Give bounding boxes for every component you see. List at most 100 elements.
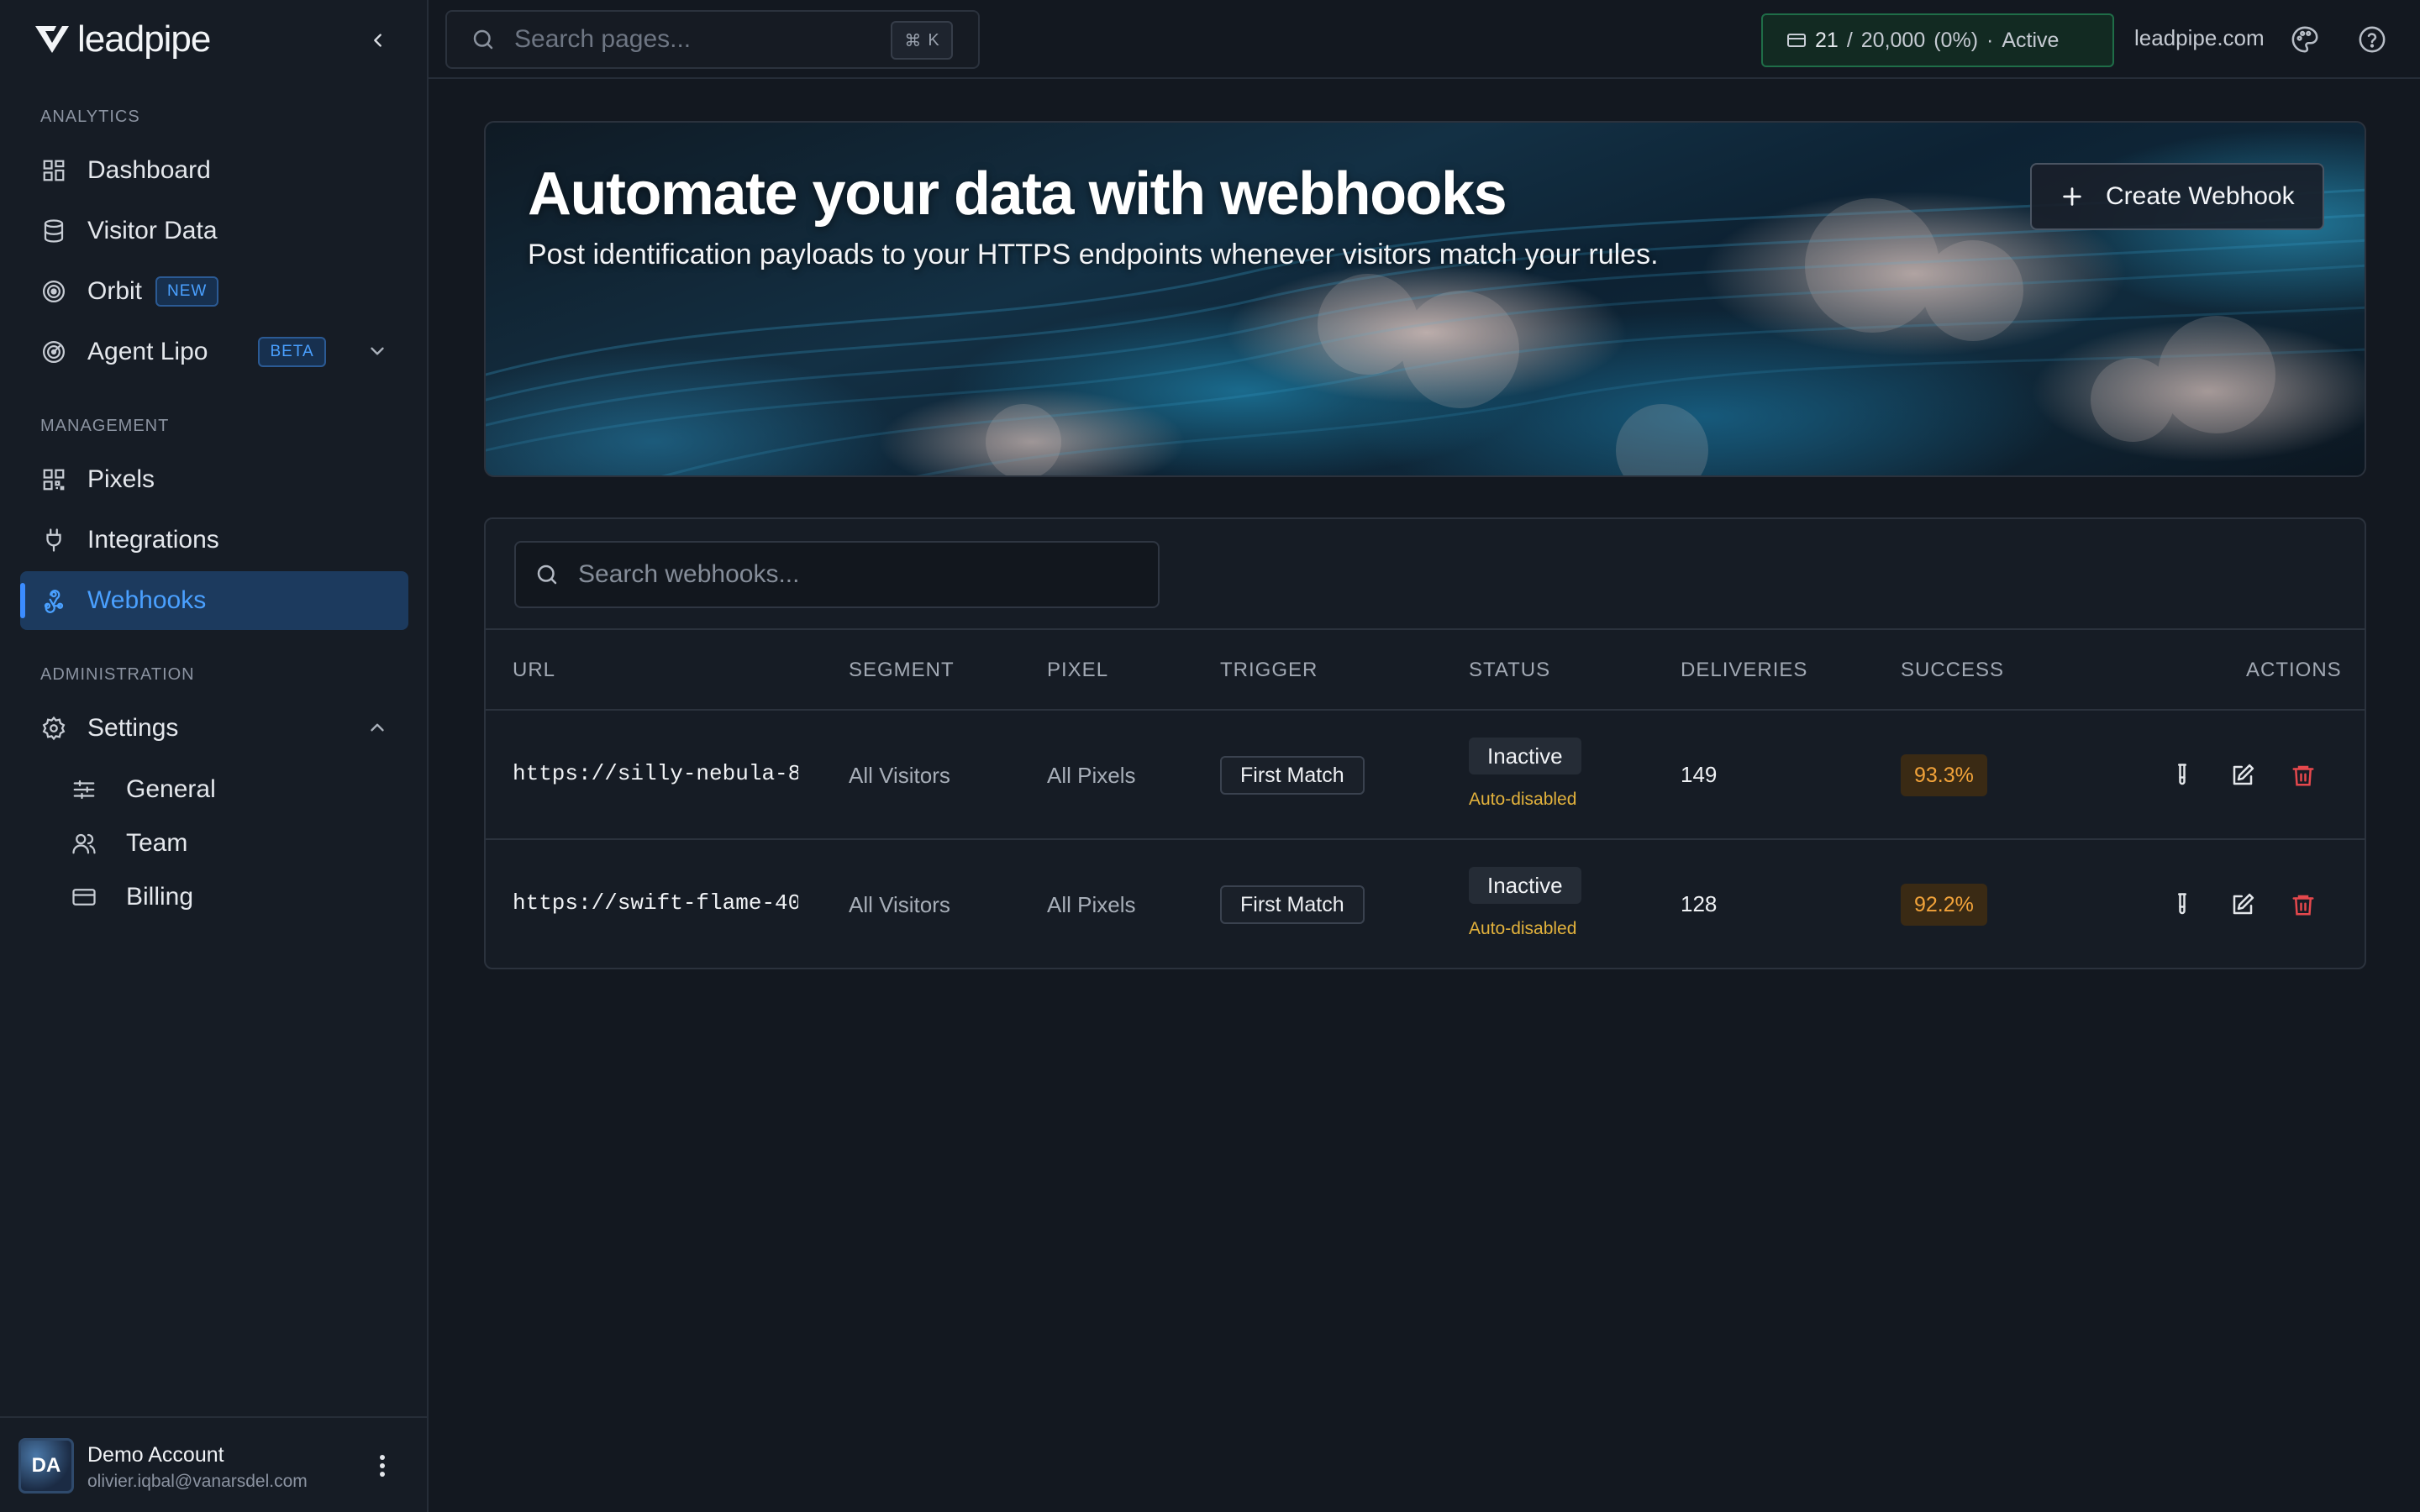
test-tube-icon xyxy=(2178,893,2186,915)
trash-icon xyxy=(2292,895,2314,916)
sidebar-item-integrations[interactable]: Integrations xyxy=(20,511,408,570)
sidebar-item-team[interactable]: Team xyxy=(40,818,408,869)
delete-webhook-button[interactable] xyxy=(2286,887,2321,922)
usage-percent: (0%) xyxy=(1933,28,1979,52)
radar-icon xyxy=(20,339,87,365)
delete-webhook-button[interactable] xyxy=(2286,758,2321,793)
status-badge: Inactive xyxy=(1469,867,1581,904)
edit-icon xyxy=(2233,893,2254,915)
webhook-url: https://silly-nebula-8… xyxy=(513,761,798,786)
brand-name: leadpipe xyxy=(77,18,211,60)
help-button[interactable] xyxy=(2356,24,2388,55)
credit-card-icon xyxy=(1787,34,1806,47)
sidebar: leadpipe ANALYTICS Dashboard Visitor Dat… xyxy=(0,0,429,1512)
more-vertical-icon xyxy=(380,1455,385,1477)
account-menu-button[interactable] xyxy=(370,1448,395,1483)
sidebar-item-pixels[interactable]: Pixels xyxy=(20,450,408,509)
plug-icon xyxy=(20,528,87,553)
search-pages-input[interactable]: Search pages... ⌘ K xyxy=(445,10,980,69)
status-badge: Inactive xyxy=(1469,738,1581,774)
table-header: URL SEGMENT PIXEL TRIGGER STATUS DELIVER… xyxy=(486,628,2365,711)
edit-webhook-button[interactable] xyxy=(2225,887,2260,922)
usage-dot: · xyxy=(1986,28,1994,52)
sidebar-item-label: Webhooks xyxy=(87,586,207,614)
sidebar-item-label: Integrations xyxy=(87,526,219,554)
section-title-administration: ADMINISTRATION xyxy=(40,665,195,684)
webhook-segment: All Visitors xyxy=(849,892,950,917)
credit-card-icon xyxy=(40,885,108,910)
sidebar-item-billing[interactable]: Billing xyxy=(40,872,408,922)
account-email: olivier.iqbal@vanarsdel.com xyxy=(87,1472,308,1491)
test-tube-icon xyxy=(2178,764,2186,785)
sidebar-item-label: Agent Lipo xyxy=(87,338,208,365)
usage-separator: / xyxy=(1846,28,1853,52)
usage-indicator[interactable]: 21 / 20,000 (0%) · Active xyxy=(1761,13,2114,67)
brand-logo[interactable]: leadpipe xyxy=(34,15,211,64)
sidebar-item-label: Billing xyxy=(126,883,194,911)
table-row[interactable]: https://swift-flame-40… All Visitors All… xyxy=(486,840,2365,968)
chevron-left-icon xyxy=(374,34,381,47)
avatar: DA xyxy=(18,1438,74,1494)
column-header-actions: ACTIONS xyxy=(2246,659,2342,681)
new-badge: NEW xyxy=(155,276,219,307)
sidebar-item-label: Visitor Data xyxy=(87,217,218,244)
table-row[interactable]: https://silly-nebula-8… All Visitors All… xyxy=(486,711,2365,840)
qr-code-icon xyxy=(20,467,87,492)
dashboard-icon xyxy=(20,158,87,183)
topbar: Search pages... ⌘ K 21 / 20,000 (0%) · A… xyxy=(429,0,2420,79)
hero-title: Automate your data with webhooks xyxy=(528,160,1507,228)
trash-icon xyxy=(2292,765,2314,786)
command-key: ⌘ xyxy=(904,31,922,50)
search-webhooks-input[interactable]: Search webhooks... xyxy=(514,541,1160,608)
column-header-url[interactable]: URL xyxy=(513,659,555,682)
sidebar-item-label: Orbit xyxy=(87,277,143,305)
help-circle-icon xyxy=(2359,26,2386,53)
sidebar-item-dashboard[interactable]: Dashboard xyxy=(20,141,408,200)
theme-button[interactable] xyxy=(2289,24,2321,55)
search-pages-placeholder: Search pages... xyxy=(514,25,692,53)
edit-webhook-button[interactable] xyxy=(2225,758,2260,793)
usage-used: 21 xyxy=(1815,28,1839,52)
sidebar-item-visitor-data[interactable]: Visitor Data xyxy=(20,202,408,260)
collapse-sidebar-button[interactable] xyxy=(361,24,395,57)
create-webhook-label: Create Webhook xyxy=(2106,182,2295,210)
sidebar-item-orbit[interactable]: Orbit NEW xyxy=(20,262,408,321)
column-header-deliveries[interactable]: DELIVERIES xyxy=(1681,659,1807,682)
column-header-status[interactable]: STATUS xyxy=(1469,659,1550,682)
create-webhook-button[interactable]: Create Webhook xyxy=(2030,163,2324,230)
sliders-icon xyxy=(40,777,108,802)
webhook-url: https://swift-flame-40… xyxy=(513,890,798,916)
test-webhook-button[interactable] xyxy=(2165,887,2200,922)
search-icon xyxy=(534,562,560,587)
keyboard-shortcut: ⌘ K xyxy=(891,21,953,60)
users-icon xyxy=(40,831,108,856)
usage-limit: 20,000 xyxy=(1860,28,1926,52)
search-icon xyxy=(471,27,496,52)
auto-disabled-note: Auto-disabled xyxy=(1469,919,1577,938)
orbit-icon xyxy=(20,279,87,304)
plus-icon xyxy=(2063,187,2081,206)
test-webhook-button[interactable] xyxy=(2165,758,2200,793)
sidebar-item-agent-lipo[interactable]: Agent Lipo BETA xyxy=(20,323,408,381)
trigger-badge: First Match xyxy=(1220,756,1365,795)
column-header-pixel[interactable]: PIXEL xyxy=(1047,659,1108,682)
webhook-segment: All Visitors xyxy=(849,763,950,788)
account-name: Demo Account xyxy=(87,1443,224,1467)
shortcut-key: K xyxy=(928,30,939,50)
account-panel[interactable]: DA Demo Account olivier.iqbal@vanarsdel.… xyxy=(0,1416,427,1512)
column-header-success[interactable]: SUCCESS xyxy=(1901,659,2004,682)
workspace-domain[interactable]: leadpipe.com xyxy=(2134,25,2265,51)
sidebar-item-settings[interactable]: Settings xyxy=(20,699,408,758)
sidebar-item-webhooks[interactable]: Webhooks xyxy=(20,571,408,630)
chevron-up-icon[interactable] xyxy=(366,717,388,738)
usage-status: Active xyxy=(2002,28,2060,52)
column-header-trigger[interactable]: TRIGGER xyxy=(1220,659,1318,682)
section-title-management: MANAGEMENT xyxy=(40,417,170,435)
chevron-down-icon[interactable] xyxy=(366,340,388,362)
sidebar-item-general[interactable]: General xyxy=(40,764,408,815)
auto-disabled-note: Auto-disabled xyxy=(1469,790,1577,809)
gear-icon xyxy=(20,716,87,741)
success-rate-badge: 93.3% xyxy=(1901,754,1987,796)
webhooks-table-card: Search webhooks... URL SEGMENT PIXEL TRI… xyxy=(484,517,2366,969)
column-header-segment[interactable]: SEGMENT xyxy=(849,659,955,682)
